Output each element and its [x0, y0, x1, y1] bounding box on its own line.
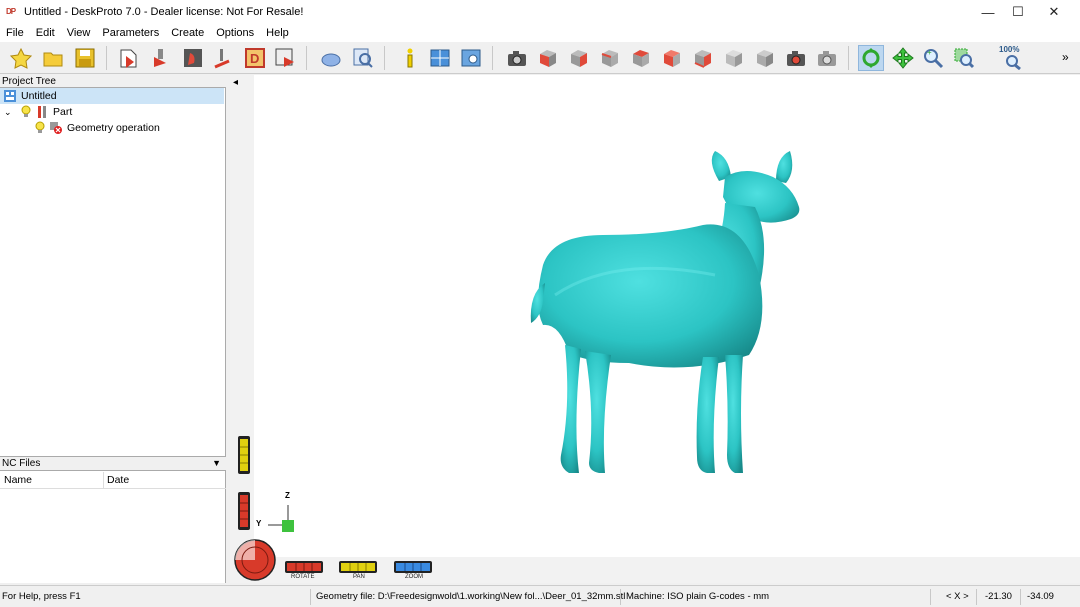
menu-create[interactable]: Create [165, 27, 210, 39]
3d-viewport[interactable]: ◂ Z Y ROTATE PAN ZOOM [230, 75, 1080, 583]
pan-wheel-vertical[interactable] [237, 435, 251, 475]
status-coord-x: -21.30 [985, 591, 1012, 602]
zoom-window-icon[interactable] [951, 45, 977, 71]
rotate-label: ROTATE [291, 574, 315, 580]
zoom-100-icon[interactable]: 100% [998, 45, 1028, 71]
toolbar-overflow-button[interactable]: » [1062, 50, 1069, 64]
collapse-panel-button[interactable]: ◂ [233, 77, 238, 88]
rotate-mode-icon[interactable] [858, 45, 884, 71]
view-settings-icon[interactable] [458, 45, 484, 71]
tree-root-label: Untitled [21, 90, 57, 102]
layout-icon[interactable] [427, 45, 453, 71]
machining-icon[interactable] [210, 45, 236, 71]
pan-label: PAN [353, 574, 365, 580]
menu-help[interactable]: Help [260, 27, 295, 39]
view-front-icon[interactable] [535, 45, 561, 71]
tree-item-part[interactable]: ⌄ Part [0, 104, 224, 120]
zoom-mode-icon[interactable]: + [920, 45, 946, 71]
status-axis: < X > [946, 591, 969, 602]
snapshot-icon[interactable] [504, 45, 530, 71]
operation-parameters-icon[interactable] [180, 45, 206, 71]
rotate-wheel-vertical[interactable] [237, 491, 251, 531]
window-title: Untitled - DeskProto 7.0 - Dealer licens… [24, 6, 304, 18]
new-project-icon[interactable] [8, 45, 34, 71]
zoom-percent-label: 100% [999, 45, 1020, 54]
import-geometry-icon[interactable] [116, 45, 142, 71]
viewport-left-strip: ◂ [230, 75, 254, 583]
nc-files-dropdown-icon[interactable]: ▼ [212, 457, 221, 470]
menu-parameters[interactable]: Parameters [96, 27, 165, 39]
zoom-label: ZOOM [405, 574, 423, 580]
svg-text:D: D [250, 51, 259, 66]
tree-part-label: Part [53, 106, 73, 118]
maximize-button[interactable]: ☐ [1000, 0, 1036, 24]
column-name-header[interactable]: Name [4, 474, 32, 486]
left-panel: Project Tree Untitled ⌄ Part Geometry op… [0, 75, 226, 583]
open-project-icon[interactable] [40, 45, 66, 71]
tree-operation-label: Geometry operation [67, 122, 160, 134]
view-bottom-icon[interactable] [690, 45, 716, 71]
nc-files-header: NC Files ▼ [0, 456, 226, 471]
view-default-icon[interactable] [752, 45, 778, 71]
vector-parameters-icon[interactable] [318, 45, 344, 71]
menu-bar: File Edit View Parameters Create Options… [0, 24, 1080, 42]
part-parameters-icon[interactable] [148, 45, 174, 71]
pan-mode-icon[interactable] [890, 45, 916, 71]
toolbar: D + 100% » [0, 42, 1080, 74]
status-bar: For Help, press F1 Geometry file: D:\Fre… [0, 585, 1080, 607]
part-icon [38, 106, 46, 118]
view-back-icon[interactable] [597, 45, 623, 71]
axis-indicator: Z Y [254, 485, 314, 535]
view-iso-icon[interactable] [721, 45, 747, 71]
render-icon[interactable] [783, 45, 809, 71]
app-logo-icon: DP [6, 7, 16, 16]
project-icon [4, 90, 16, 102]
operation-error-icon [50, 122, 62, 134]
title-bar: DP Untitled - DeskProto 7.0 - Dealer lic… [0, 0, 1080, 24]
save-project-icon[interactable] [72, 45, 98, 71]
drawing-icon[interactable]: D [242, 45, 268, 71]
lightbulb-icon[interactable] [20, 105, 32, 119]
status-geometry-file: Geometry file: D:\Freedesignwold\1.worki… [316, 591, 626, 602]
view-right-icon[interactable] [566, 45, 592, 71]
info-icon[interactable] [396, 45, 422, 71]
view-left-icon[interactable] [628, 45, 654, 71]
rotate-dial-icon[interactable] [233, 538, 277, 582]
column-date-header[interactable]: Date [107, 474, 129, 486]
status-help: For Help, press F1 [2, 591, 81, 602]
zoom-find-icon[interactable] [350, 45, 376, 71]
svg-text:+: + [927, 48, 932, 57]
nc-files-columns: Name Date [0, 472, 226, 489]
pan-wheel-horizontal[interactable] [338, 560, 378, 574]
menu-options[interactable]: Options [210, 27, 260, 39]
nc-files-title: NC Files [2, 458, 41, 469]
lightbulb-icon[interactable] [34, 121, 46, 135]
tree-item-operation[interactable]: Geometry operation [0, 120, 224, 136]
deer-model [530, 151, 800, 473]
project-tree-header: Project Tree [0, 75, 226, 88]
status-coord-y: -34.09 [1027, 591, 1054, 602]
viewport-bottom-strip: ROTATE PAN ZOOM [254, 557, 1080, 583]
zoom-wheel-horizontal[interactable] [393, 560, 433, 574]
camera-settings-icon[interactable] [814, 45, 840, 71]
menu-file[interactable]: File [0, 27, 30, 39]
status-machine: Machine: ISO plain G-codes - mm [626, 591, 770, 602]
menu-view[interactable]: View [61, 27, 97, 39]
save-nc-icon[interactable] [272, 45, 298, 71]
tree-item-project[interactable]: Untitled [0, 88, 224, 104]
rotate-wheel-horizontal[interactable] [284, 560, 324, 574]
expand-icon[interactable]: ⌄ [4, 107, 14, 118]
view-top-icon[interactable] [659, 45, 685, 71]
close-button[interactable]: ✕ [1036, 0, 1072, 24]
menu-edit[interactable]: Edit [30, 27, 61, 39]
